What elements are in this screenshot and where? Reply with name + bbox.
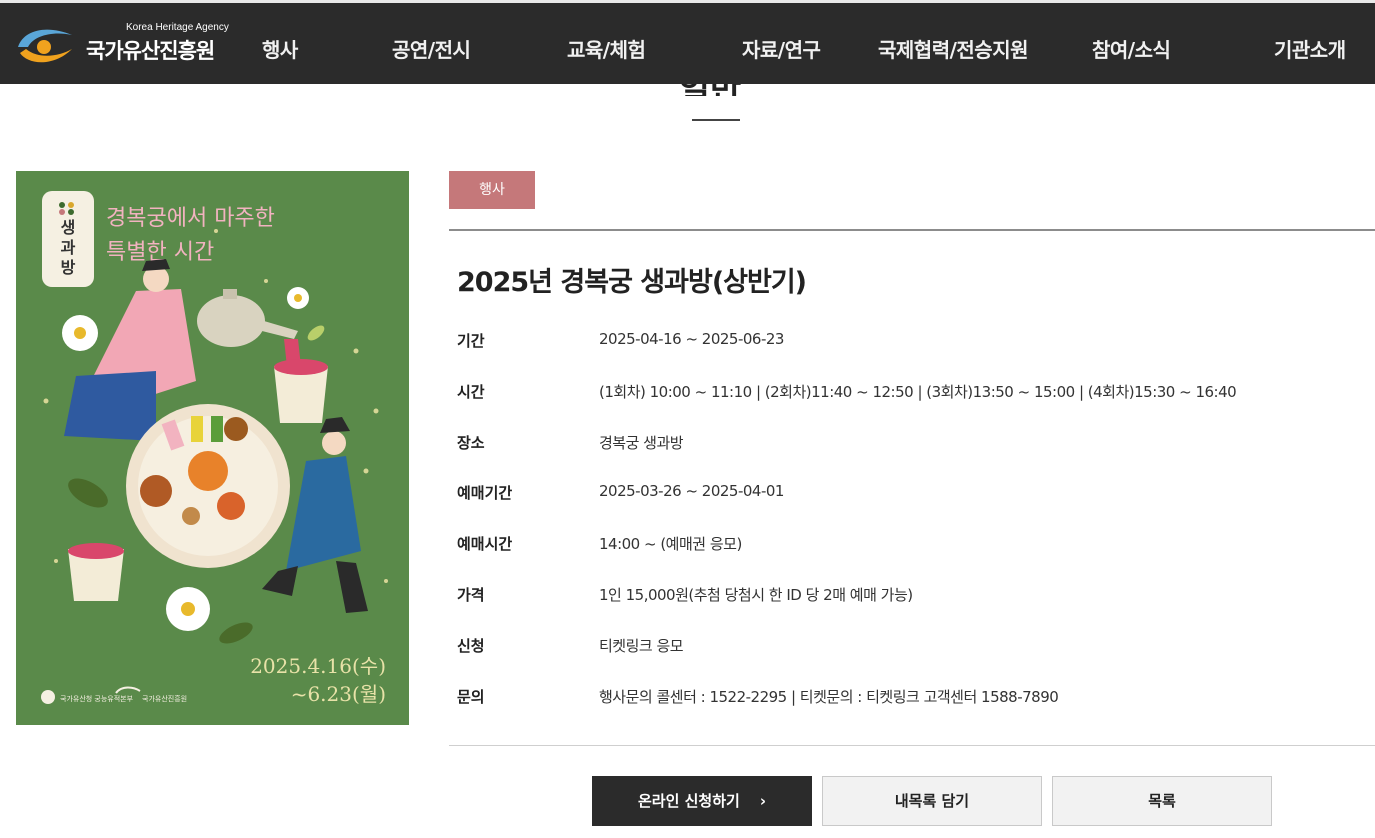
detail-row-time: 시간 (1회차) 10:00 ~ 11:10 | (2회차)11:40 ~ 12… bbox=[457, 381, 1357, 411]
site-logo[interactable]: Korea Heritage Agency 국가유산진흥원 bbox=[14, 21, 240, 69]
online-apply-button[interactable]: 온라인 신청하기 › bbox=[592, 776, 812, 826]
detail-row-period: 기간 2025-04-16 ~ 2025-06-23 bbox=[457, 330, 1357, 360]
poster-footer-logo-1: 국가유산청 궁능유적본부 bbox=[60, 694, 134, 703]
logo-korean-text: 국가유산진흥원 bbox=[86, 39, 215, 63]
detail-value: 티켓링크 응모 bbox=[599, 637, 684, 655]
poster-date-start: 2025.4.16(수) bbox=[250, 654, 386, 678]
detail-value: 2025-04-16 ~ 2025-06-23 bbox=[599, 330, 784, 348]
detail-row-application: 신청 티켓링크 응모 bbox=[457, 635, 1357, 665]
poster-logo-char-3: 방 bbox=[61, 258, 76, 277]
logo-english-text: Korea Heritage Agency bbox=[126, 22, 229, 33]
add-to-my-list-button[interactable]: 내목록 담기 bbox=[822, 776, 1042, 826]
poster-footer-logo-2: 국가유산진흥원 bbox=[142, 694, 187, 703]
poster-logo-char-2: 과 bbox=[61, 238, 76, 257]
detail-label: 신청 bbox=[457, 637, 485, 655]
nav-item-education-experience[interactable]: 교육/체험 bbox=[567, 34, 646, 63]
top-navigation-bar: Korea Heritage Agency 국가유산진흥원 행사 공연/전시 교… bbox=[0, 0, 1375, 84]
nav-item-about[interactable]: 기관소개 bbox=[1274, 34, 1346, 63]
online-apply-label: 온라인 신청하기 bbox=[637, 792, 740, 810]
detail-value: (1회차) 10:00 ~ 11:10 | (2회차)11:40 ~ 12:50… bbox=[599, 383, 1237, 401]
detail-row-place: 장소 경복궁 생과방 bbox=[457, 432, 1357, 462]
detail-row-booking-period: 예매기간 2025-03-26 ~ 2025-04-01 bbox=[457, 482, 1357, 512]
event-poster-image: 생 과 방 경복궁에서 마주한 특별한 시간 2025.4.16(수) ~6.2… bbox=[16, 171, 409, 725]
detail-label: 장소 bbox=[457, 434, 485, 452]
poster-illustration: 생 과 방 경복궁에서 마주한 특별한 시간 2025.4.16(수) ~6.2… bbox=[16, 171, 409, 725]
nav-item-resources-research[interactable]: 자료/연구 bbox=[742, 34, 821, 63]
title-underline bbox=[692, 119, 740, 121]
detail-row-price: 가격 1인 15,000원(추첨 당첨시 한 ID 당 2매 예매 가능) bbox=[457, 584, 1357, 614]
detail-label: 기간 bbox=[457, 332, 485, 350]
chevron-right-icon: › bbox=[759, 792, 766, 810]
event-title: 2025년 경복궁 생과방(상반기) bbox=[457, 267, 807, 298]
section-title-text: 일반 bbox=[640, 84, 780, 96]
detail-value: 행사문의 콜센터 : 1522-2295 | 티켓문의 : 티켓링크 고객센터 … bbox=[599, 688, 1059, 706]
nav-item-international-cooperation[interactable]: 국제협력/전승지원 bbox=[878, 34, 1029, 63]
nav-item-performance-exhibition[interactable]: 공연/전시 bbox=[392, 34, 471, 63]
section-title: 일반 bbox=[640, 84, 780, 96]
detail-value: 경복궁 생과방 bbox=[599, 434, 684, 452]
nav-item-events[interactable]: 행사 bbox=[262, 34, 298, 63]
poster-date-end: ~6.23(월) bbox=[291, 682, 386, 706]
detail-value: 14:00 ~ (예매권 응모) bbox=[599, 535, 742, 553]
detail-row-inquiry: 문의 행사문의 콜센터 : 1522-2295 | 티켓문의 : 티켓링크 고객… bbox=[457, 686, 1357, 716]
detail-label: 예매기간 bbox=[457, 484, 513, 502]
details-top-divider bbox=[449, 229, 1375, 231]
detail-label: 가격 bbox=[457, 586, 485, 604]
back-to-list-button[interactable]: 목록 bbox=[1052, 776, 1272, 826]
detail-row-booking-time: 예매시간 14:00 ~ (예매권 응모) bbox=[457, 533, 1357, 563]
nav-item-participation-news[interactable]: 참여/소식 bbox=[1092, 34, 1171, 63]
detail-label: 문의 bbox=[457, 688, 485, 706]
detail-value: 2025-03-26 ~ 2025-04-01 bbox=[599, 482, 784, 500]
heritage-swoosh-icon bbox=[18, 29, 72, 63]
poster-headline-line-1: 경복궁에서 마주한 bbox=[106, 206, 275, 231]
details-bottom-divider bbox=[449, 745, 1375, 746]
detail-value: 1인 15,000원(추첨 당첨시 한 ID 당 2매 예매 가능) bbox=[599, 586, 913, 604]
detail-label: 시간 bbox=[457, 383, 485, 401]
detail-label: 예매시간 bbox=[457, 535, 513, 553]
poster-logo-char-1: 생 bbox=[61, 218, 76, 237]
category-tag: 행사 bbox=[449, 171, 535, 209]
